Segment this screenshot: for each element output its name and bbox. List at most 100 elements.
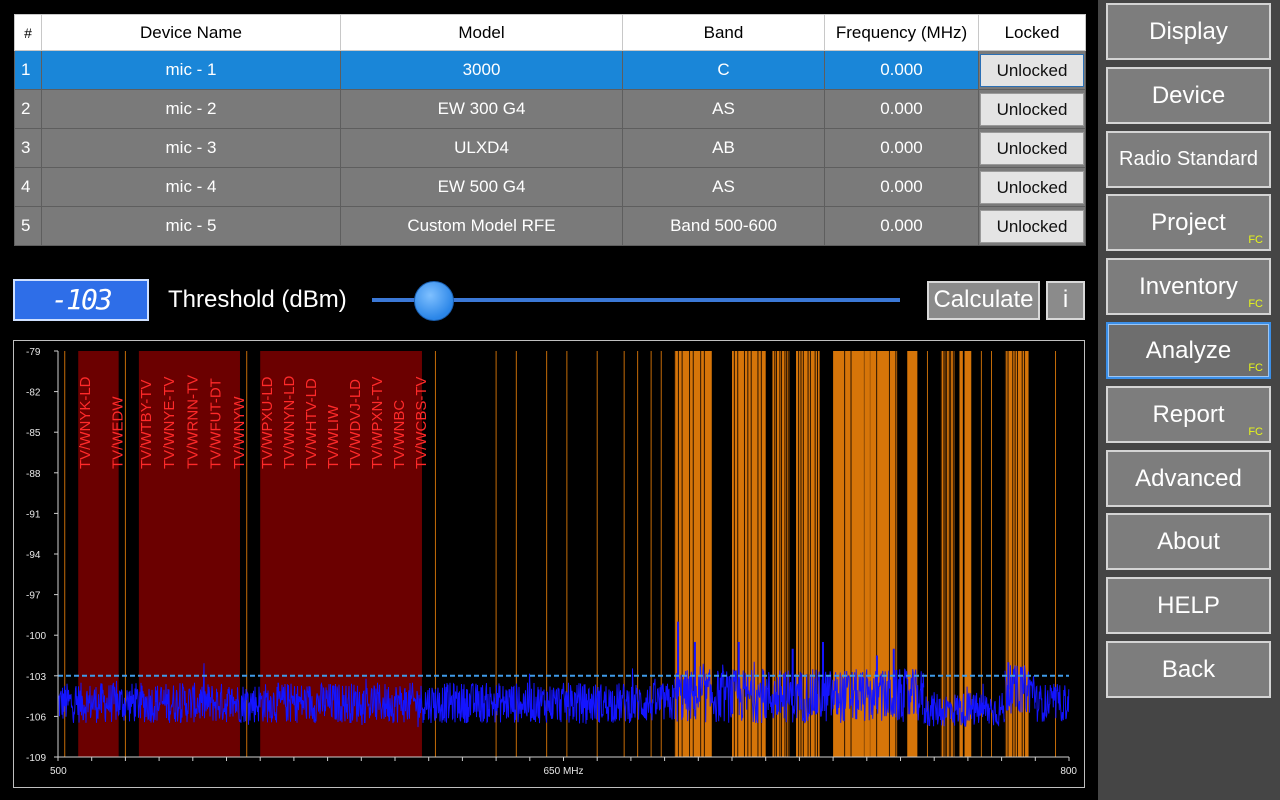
y-tick-label: -103 <box>26 672 46 683</box>
y-tick-label: -106 <box>26 712 46 723</box>
nav-button-inventory[interactable]: Inventory FC <box>1106 258 1271 316</box>
tv-station-label: TV/WRNN-TV <box>184 375 201 469</box>
y-tick-label: -109 <box>26 753 46 764</box>
lock-toggle-button[interactable]: Unlocked <box>980 53 1084 87</box>
nav-button-device[interactable]: Device <box>1106 66 1271 124</box>
tv-station-label: TV/WDVJ-LD <box>347 379 364 469</box>
x-tick-label: 800 <box>1060 766 1077 777</box>
cell-locked: Unlocked <box>978 128 1086 168</box>
col-header-device-name[interactable]: Device Name <box>41 14 341 51</box>
tv-station-label: TV/WPXU-LD <box>259 376 276 469</box>
nav-button-project[interactable]: Project FC <box>1106 194 1271 252</box>
tv-station-label: TV/WHTV-LD <box>303 378 320 469</box>
cell-name: mic - 1 <box>41 50 341 90</box>
tv-station-label: TV/WLIW <box>325 404 342 469</box>
x-tick-label: 500 <box>50 766 67 777</box>
nav-button-label: Radio Standard <box>1119 147 1258 170</box>
spectrum-trace-segment <box>923 683 1006 727</box>
y-tick-label: -97 <box>26 591 41 602</box>
cell-num: 5 <box>14 206 42 246</box>
nav-button-label: About <box>1157 528 1220 556</box>
cell-name: mic - 3 <box>41 128 341 168</box>
cell-locked: Unlocked <box>978 89 1086 129</box>
cell-num: 4 <box>14 167 42 207</box>
y-tick-label: -91 <box>26 509 41 520</box>
tv-station-label: TV/WTBY-TV <box>138 380 155 469</box>
cell-frequency: 0.000 <box>824 89 979 129</box>
nav-button-back[interactable]: Back <box>1106 641 1271 698</box>
table-row[interactable]: 3 mic - 3 ULXD4 AB 0.000 Unlocked <box>14 128 1086 168</box>
nav-button-label: Back <box>1161 656 1216 683</box>
col-header-num[interactable]: # <box>14 14 42 51</box>
lock-toggle-button[interactable]: Unlocked <box>980 170 1084 204</box>
cell-num: 1 <box>14 50 42 90</box>
cell-model: EW 500 G4 <box>340 167 623 207</box>
table-header-row: # Device Name Model Band Frequency (MHz)… <box>14 14 1086 51</box>
cell-band: C <box>622 50 825 90</box>
spectrum-chart[interactable]: TV/WNYK-LD TV/WEDW TV/WTBY-TV TV/WNYE-TV TV/… <box>13 340 1085 788</box>
lock-toggle-button[interactable]: Unlocked <box>980 92 1084 126</box>
fc-badge: FC <box>1248 425 1263 438</box>
cell-model: ULXD4 <box>340 128 623 168</box>
nav-button-help[interactable]: HELP <box>1106 577 1271 635</box>
lock-toggle-button[interactable]: Unlocked <box>980 131 1084 165</box>
nav-button-label: Analyze <box>1145 337 1232 364</box>
tv-station-label: TV/WCBS-TV <box>413 377 430 470</box>
cell-frequency: 0.000 <box>824 167 979 207</box>
col-header-locked[interactable]: Locked <box>978 14 1086 51</box>
lock-toggle-button[interactable]: Unlocked <box>980 209 1084 243</box>
col-header-band[interactable]: Band <box>622 14 825 51</box>
cell-name: mic - 2 <box>41 89 341 129</box>
tv-station-label: TV/WFUT-DT <box>208 378 225 469</box>
fc-badge: FC <box>1248 298 1263 311</box>
cell-locked: Unlocked <box>978 206 1086 246</box>
cell-name: mic - 5 <box>41 206 341 246</box>
nav-button-radio-standard[interactable]: Radio Standard <box>1106 130 1271 188</box>
y-tick-label: -82 <box>26 388 41 399</box>
cell-frequency: 0.000 <box>824 206 979 246</box>
y-tick-label: -100 <box>26 631 46 642</box>
tv-station-label: TV/WNYN-LD <box>281 376 298 470</box>
tv-station-label: TV/WNYW <box>231 396 248 469</box>
threshold-label: Threshold (dBm) <box>168 286 347 313</box>
nav-button-display[interactable]: Display <box>1106 3 1271 60</box>
cell-band: AS <box>622 89 825 129</box>
tv-station-label: TV/WNYK-LD <box>77 376 94 469</box>
nav-button-advanced[interactable]: Advanced <box>1106 449 1271 507</box>
table-row[interactable]: 1 mic - 1 3000 C 0.000 Unlocked <box>14 50 1086 90</box>
cell-model: 3000 <box>340 50 623 90</box>
cell-frequency: 0.000 <box>824 50 979 90</box>
tv-station-label: TV/WNBC <box>391 400 408 469</box>
x-tick-label: 650 MHz <box>543 766 583 777</box>
nav-button-label: Display <box>1149 18 1228 45</box>
threshold-slider-thumb[interactable] <box>413 281 454 321</box>
calculate-button[interactable]: Calculate <box>927 281 1040 320</box>
tv-station-label: TV/WEDW <box>110 396 127 469</box>
spectrum-chart-svg: TV/WNYK-LD TV/WEDW TV/WTBY-TV TV/WNYE-TV TV/… <box>26 347 1077 777</box>
cell-num: 3 <box>14 128 42 168</box>
nav-button-analyze[interactable]: Analyze FC <box>1106 322 1271 379</box>
tv-station-label: TV/WPXN-TV <box>369 377 386 470</box>
cell-model: EW 300 G4 <box>340 89 623 129</box>
info-button[interactable]: i <box>1046 281 1085 320</box>
threshold-value-display[interactable]: -103 <box>13 279 149 321</box>
y-tick-label: -79 <box>26 347 41 358</box>
spectrum-trace-segment <box>1034 683 1070 722</box>
nav-button-label: HELP <box>1157 592 1220 620</box>
cell-name: mic - 4 <box>41 167 341 207</box>
col-header-frequency[interactable]: Frequency (MHz) <box>824 14 979 51</box>
nav-button-label: Device <box>1151 81 1226 109</box>
nav-button-about[interactable]: About <box>1106 513 1271 571</box>
nav-button-report[interactable]: Report FC <box>1106 385 1271 443</box>
col-header-model[interactable]: Model <box>340 14 623 51</box>
cell-frequency: 0.000 <box>824 128 979 168</box>
cell-num: 2 <box>14 89 42 129</box>
cell-band: AB <box>622 128 825 168</box>
table-row[interactable]: 2 mic - 2 EW 300 G4 AS 0.000 Unlocked <box>14 89 1086 129</box>
nav-button-label: Report <box>1152 400 1225 428</box>
occupied-band <box>959 351 963 757</box>
table-row[interactable]: 5 mic - 5 Custom Model RFE Band 500-600 0.00… <box>14 206 1086 246</box>
nav-button-label: Project <box>1151 209 1226 237</box>
tv-station-label: TV/WNYE-TV <box>161 377 178 470</box>
table-row[interactable]: 4 mic - 4 EW 500 G4 AS 0.000 Unlocked <box>14 167 1086 207</box>
